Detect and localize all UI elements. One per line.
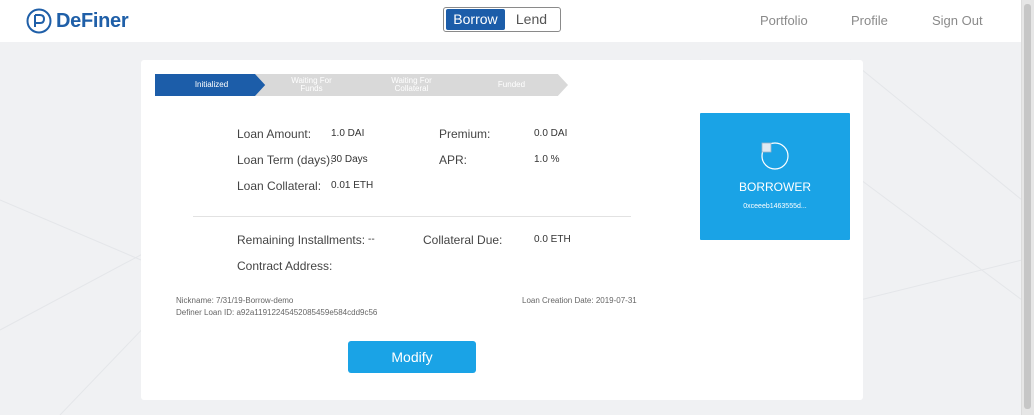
loan-creation-date: Loan Creation Date: 2019-07-31 xyxy=(522,296,637,305)
nav-portfolio-link[interactable]: Portfolio xyxy=(760,13,808,28)
loan-details-card: Initialized Waiting For Funds Waiting Fo… xyxy=(141,60,863,400)
loan-term-value: 30 Days xyxy=(331,154,368,165)
contract-address-label: Contract Address: xyxy=(237,259,333,273)
remaining-installments-value: -- xyxy=(368,234,375,245)
apr-value: 1.0 % xyxy=(534,154,560,165)
loan-amount-label: Loan Amount: xyxy=(237,127,312,141)
section-divider xyxy=(193,216,631,217)
step-label: Waiting For Funds xyxy=(277,77,347,93)
apr-label: APR: xyxy=(439,153,468,167)
brand-logo[interactable]: DeFiner xyxy=(26,8,129,34)
borrower-title: BORROWER xyxy=(739,180,811,194)
definer-logo-icon xyxy=(26,8,52,34)
loan-term-label: Loan Term (days): xyxy=(237,153,334,167)
definer-loan-id: Definer Loan ID: a92a11912245452085459e5… xyxy=(176,308,378,317)
step-label: Waiting For Collateral xyxy=(377,77,447,93)
scrollbar-thumb[interactable] xyxy=(1024,4,1031,409)
step-initialized: Initialized xyxy=(155,74,268,96)
nav-sign-out-link[interactable]: Sign Out xyxy=(932,13,983,28)
premium-label: Premium: xyxy=(439,127,491,141)
loan-collateral-label: Loan Collateral: xyxy=(237,179,322,193)
step-waiting-for-funds: Waiting For Funds xyxy=(255,74,368,96)
borrower-avatar-icon xyxy=(761,142,789,170)
brand-name: DeFiner xyxy=(56,9,129,32)
nav-profile-link[interactable]: Profile xyxy=(851,13,888,28)
page-scrollbar[interactable] xyxy=(1021,0,1034,415)
collateral-due-value: 0.0 ETH xyxy=(534,234,571,245)
step-label-line: Funds xyxy=(300,84,323,93)
step-funded: Funded xyxy=(455,74,568,96)
step-label: Initialized xyxy=(194,80,229,89)
borrower-address: 0xceeeb1463555d... xyxy=(743,203,807,210)
borrower-card: BORROWER 0xceeeb1463555d... xyxy=(700,113,850,240)
step-label-line: Collateral xyxy=(394,84,429,93)
loan-amount-value: 1.0 DAI xyxy=(331,128,365,139)
loan-nickname: Nickname: 7/31/19-Borrow-demo xyxy=(176,296,294,305)
collateral-due-label: Collateral Due: xyxy=(423,233,503,247)
step-label: Funded xyxy=(497,80,526,89)
modify-button[interactable]: Modify xyxy=(348,341,476,373)
top-header: DeFiner Borrow Lend Portfolio Profile Si… xyxy=(0,0,1022,42)
borrow-lend-toggle: Borrow Lend xyxy=(443,7,561,32)
lend-toggle-button[interactable]: Lend xyxy=(505,9,558,30)
remaining-installments-label: Remaining Installments: xyxy=(237,233,366,247)
premium-value: 0.0 DAI xyxy=(534,128,568,139)
step-waiting-for-collateral: Waiting For Collateral xyxy=(355,74,468,96)
borrow-toggle-button[interactable]: Borrow xyxy=(446,9,505,30)
loan-collateral-value: 0.01 ETH xyxy=(331,180,374,191)
